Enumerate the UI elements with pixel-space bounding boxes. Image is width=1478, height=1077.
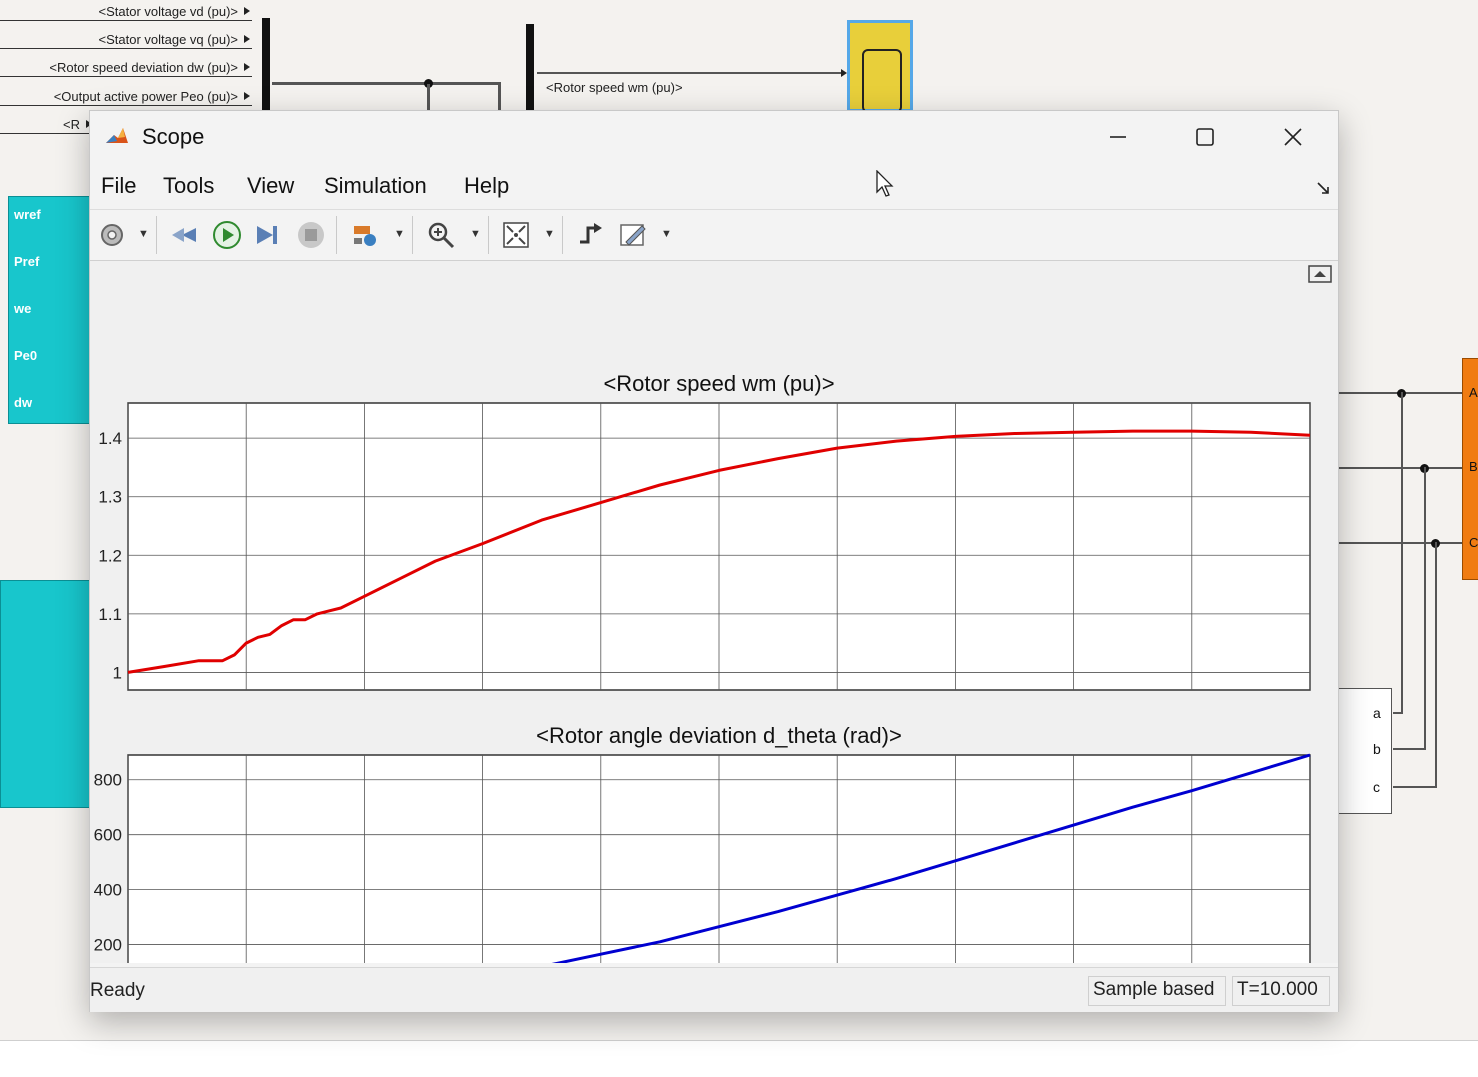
- plot-1: <Rotor speed wm (pu)> 1 1.1 1.2 1.3 1.4: [98, 371, 1311, 691]
- menu-simulation[interactable]: Simulation: [324, 173, 427, 199]
- stop-icon[interactable]: [296, 220, 326, 250]
- close-button[interactable]: [1263, 117, 1323, 157]
- settings-icon[interactable]: [97, 220, 127, 250]
- status-text: Ready: [90, 980, 145, 1001]
- title-bar[interactable]: Scope: [90, 111, 1338, 163]
- menu-bar: File Tools View Simulation Help: [90, 167, 1338, 207]
- bus-label-r: <R: [0, 117, 94, 134]
- bus-label-vd: <Stator voltage vd (pu)>: [0, 4, 252, 21]
- y-tick-label: 1.3: [98, 488, 122, 507]
- plot-title: <Rotor angle deviation d_theta (rad)>: [536, 723, 902, 748]
- bus-label-peo: <Output active power Peo (pu)>: [0, 89, 252, 106]
- port-we: we: [14, 301, 32, 316]
- y-tick-label: 1.4: [98, 429, 122, 448]
- rotor-speed-signal-label: <Rotor speed wm (pu)>: [546, 80, 683, 95]
- port-b-lower: b: [1373, 741, 1381, 757]
- port-pe0: Pe0: [14, 348, 38, 363]
- plot-2: <Rotor angle deviation d_theta (rad)>012…: [94, 723, 1311, 963]
- port-a-lower: a: [1373, 705, 1381, 721]
- y-tick-label: 600: [94, 826, 122, 845]
- minimize-button[interactable]: [1088, 117, 1148, 157]
- status-mode: Sample based: [1088, 976, 1226, 1006]
- toolbar: ▼ ▼ ▼ ▼ ▼: [90, 209, 1338, 261]
- maximize-button[interactable]: [1175, 117, 1235, 157]
- bus-label-dw: <Rotor speed deviation dw (pu)>: [0, 60, 252, 77]
- demux-bar[interactable]: [526, 24, 534, 110]
- y-tick-label: 1.1: [98, 605, 122, 624]
- autoscale-icon[interactable]: [501, 220, 531, 250]
- governor-block[interactable]: wref Pref we Pe0 dw: [8, 196, 92, 424]
- highlight-icon[interactable]: [350, 220, 380, 250]
- bus-label-text: <Rotor speed deviation dw (pu)>: [49, 60, 238, 75]
- zoom-dropdown-icon[interactable]: ▼: [470, 228, 481, 240]
- port-pref: Pref: [14, 254, 40, 269]
- bus-label-text: <Output active power Peo (pu)>: [53, 89, 238, 104]
- machine-block[interactable]: [0, 580, 92, 808]
- bus-label-text: <Stator voltage vq (pu)>: [98, 32, 238, 47]
- three-phase-block[interactable]: A B C: [1462, 358, 1478, 580]
- port-c-lower: c: [1373, 779, 1380, 795]
- undock-icon[interactable]: [1316, 181, 1330, 195]
- y-tick-label: 800: [94, 771, 122, 790]
- status-bar: Ready Sample based T=10.000: [90, 967, 1338, 1012]
- highlight-dropdown-icon[interactable]: ▼: [394, 228, 405, 240]
- y-tick-label: 400: [94, 881, 122, 900]
- scope-block[interactable]: [847, 20, 913, 113]
- maximize-icon: [1196, 128, 1214, 146]
- autoscale-dropdown-icon[interactable]: ▼: [544, 228, 555, 240]
- y-tick-label: 1.2: [98, 546, 122, 565]
- canvas-bottom-edge: [0, 1040, 1478, 1077]
- bus-selector-bar[interactable]: [262, 18, 270, 110]
- y-tick-label: 200: [94, 936, 122, 955]
- bus-label-vq: <Stator voltage vq (pu)>: [0, 32, 252, 49]
- status-time: T=10.000: [1232, 976, 1330, 1006]
- bus-label-text: <Stator voltage vd (pu)>: [98, 4, 238, 19]
- scope-window[interactable]: Scope File Tools View Simulation Help ▼: [89, 110, 1339, 1012]
- mouse-cursor-icon: [876, 170, 894, 197]
- window-title: Scope: [142, 124, 205, 149]
- style-dropdown-icon[interactable]: ▼: [661, 228, 672, 240]
- style-icon[interactable]: [618, 220, 648, 250]
- triggers-icon[interactable]: [576, 220, 606, 250]
- scope-block-screen: [862, 49, 902, 113]
- close-icon: [1284, 128, 1302, 146]
- port-dw: dw: [14, 395, 33, 410]
- menu-view[interactable]: View: [247, 173, 294, 199]
- menu-help[interactable]: Help: [464, 173, 509, 199]
- menu-tools[interactable]: Tools: [163, 173, 214, 199]
- zoom-icon[interactable]: [426, 220, 456, 250]
- port-c: C: [1469, 535, 1478, 550]
- plot-area: <Rotor speed wm (pu)> 1 1.1 1.2 1.3 1.4 <Rotor…: [90, 261, 1338, 963]
- step-back-icon[interactable]: [170, 220, 200, 250]
- plot-title: <Rotor speed wm (pu)>: [603, 371, 834, 396]
- port-a: A: [1469, 385, 1478, 400]
- port-wref: wref: [14, 207, 41, 222]
- port-b: B: [1469, 459, 1478, 474]
- matlab-icon: [104, 125, 130, 149]
- menu-file[interactable]: File: [101, 173, 136, 199]
- settings-dropdown-icon[interactable]: ▼: [138, 228, 149, 240]
- bus-label-text: <R: [63, 117, 80, 132]
- load-block[interactable]: a b c: [1338, 688, 1392, 814]
- minimize-icon: [1110, 136, 1126, 138]
- plots-svg: <Rotor speed wm (pu)>11.11.21.31.4<Rotor…: [94, 371, 1311, 963]
- y-tick-label: 1: [113, 663, 122, 682]
- run-icon[interactable]: [212, 220, 242, 250]
- step-forward-icon[interactable]: [253, 220, 283, 250]
